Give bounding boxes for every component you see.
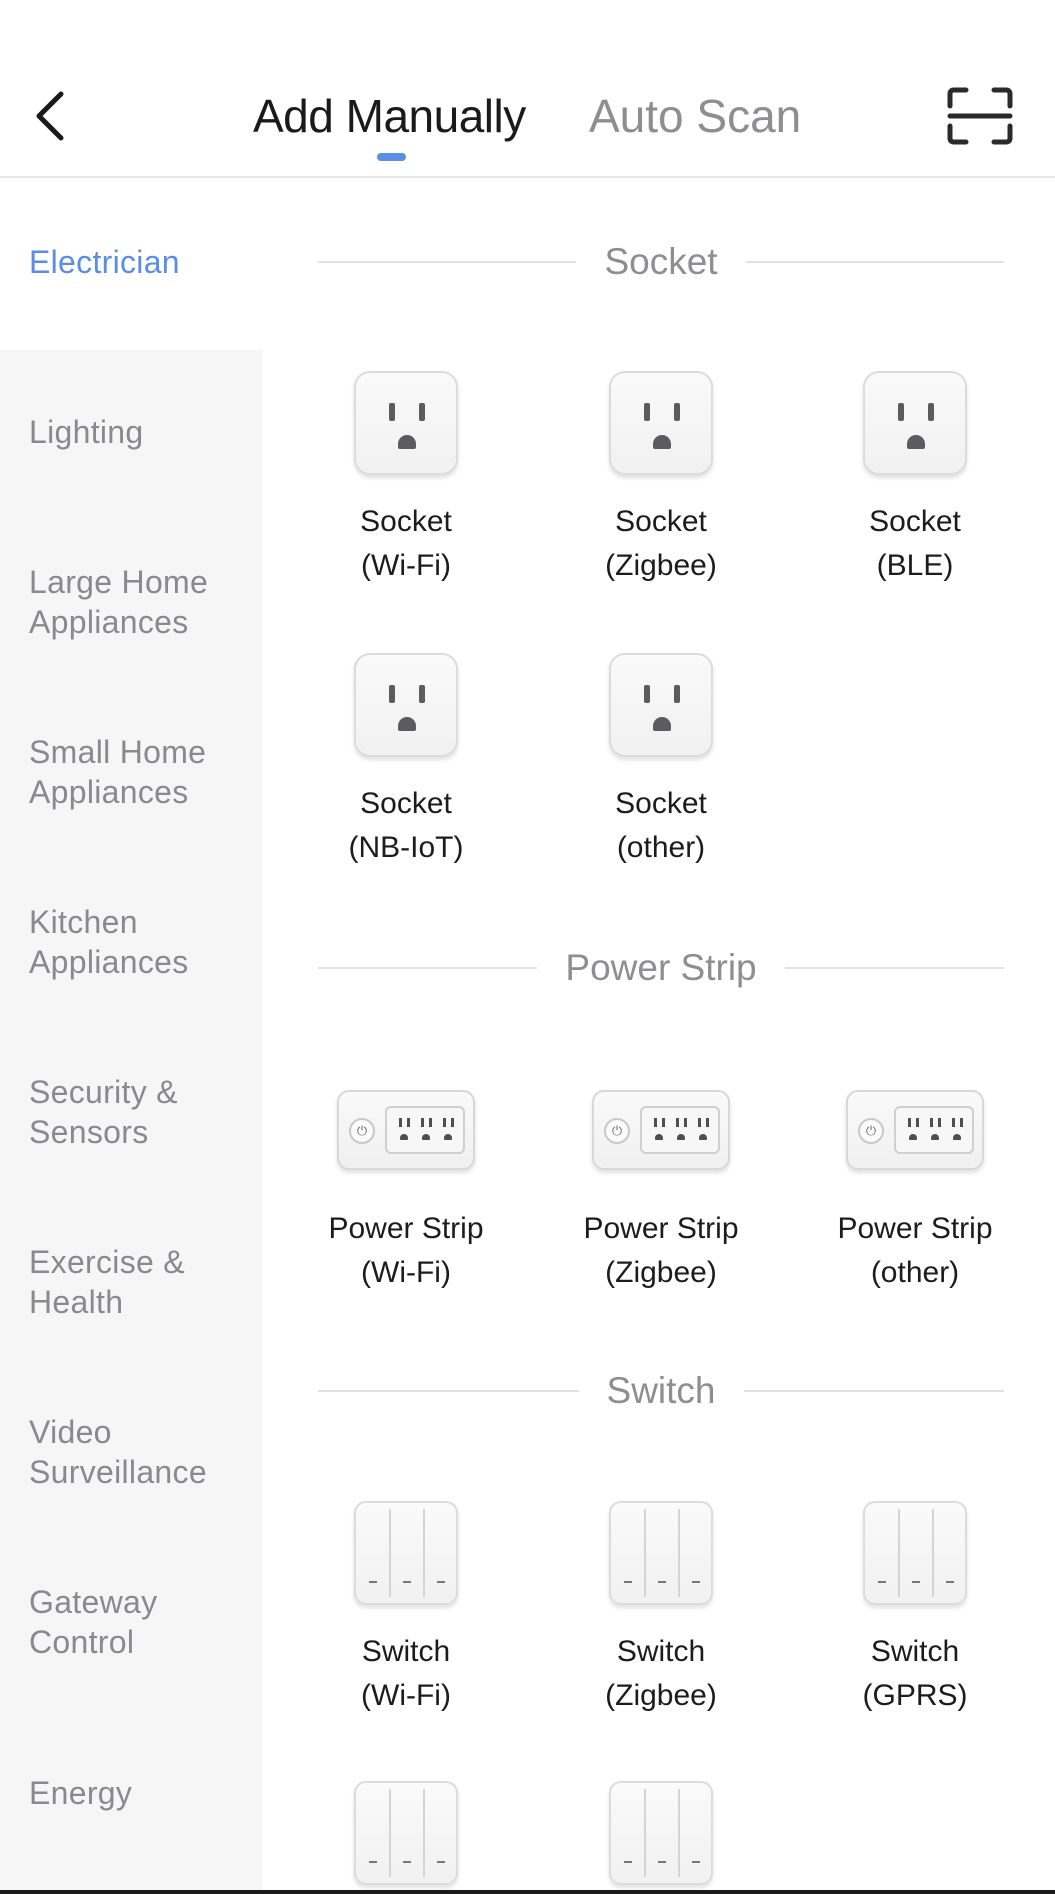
device-power-strip-other[interactable]: ⏻ Power Strip (other) [800,1075,1030,1295]
device-protocol: (NB-IoT) [348,831,464,864]
sidebar-item-security-sensors[interactable]: Security & Sensors [29,1072,259,1152]
section-title: Switch [606,1370,716,1411]
device-socket-nb-iot[interactable]: Socket (NB-IoT) [291,650,521,870]
device-protocol: (Zigbee) [605,1256,717,1289]
section-header-power-strip: Power Strip [318,943,1005,993]
device-protocol: (GPRS) [862,1679,968,1712]
section-title: Power Strip [565,947,757,988]
device-label: Socket [360,505,452,538]
device-protocol: (Wi-Fi) [361,1256,451,1289]
device-label: Switch [870,1635,960,1668]
top-header: Add Manually Auto Scan [0,0,1055,178]
device-socket-zigbee[interactable]: Socket (Zigbee) [546,368,776,588]
sidebar-item-small-home-appliances[interactable]: Small Home Appliances [29,732,259,812]
device-switch-partial[interactable] [291,1778,521,1888]
device-socket-ble[interactable]: Socket (BLE) [800,368,1030,588]
device-protocol: (Wi-Fi) [361,549,451,582]
device-protocol: (BLE) [876,549,954,582]
device-label: Switch [616,1635,706,1668]
device-power-strip-zigbee[interactable]: ⏻ Power Strip (Zigbee) [546,1075,776,1295]
device-protocol: (Zigbee) [605,1679,717,1712]
divider [318,261,577,263]
socket-icon [863,371,967,475]
section-header-switch: Switch [318,1366,1005,1416]
device-label: Socket [615,505,707,538]
divider [318,1390,579,1392]
tab-auto-scan[interactable]: Auto Scan [589,86,801,146]
device-label: Power Strip [328,1212,484,1245]
device-switch-partial[interactable] [546,1778,776,1888]
sidebar-item-large-home-appliances[interactable]: Large Home Appliances [29,562,259,642]
switch-icon [354,1501,458,1605]
device-label: Socket [869,505,961,538]
device-socket-wifi[interactable]: Socket (Wi-Fi) [291,368,521,588]
sidebar-item-gateway-control[interactable]: Gateway Control [29,1582,259,1662]
device-label: Power Strip [583,1212,739,1245]
sidebar-item-electrician[interactable]: Electrician [29,242,259,282]
category-sidebar: Electrician Lighting Large Home Applianc… [0,180,262,1894]
back-button[interactable] [22,84,78,148]
divider [784,967,1005,969]
device-power-strip-wifi[interactable]: ⏻ Power Strip (Wi-Fi) [291,1075,521,1295]
socket-icon [609,371,713,475]
scan-frame-icon [947,87,1013,145]
active-tab-indicator [377,153,406,161]
device-label: Power Strip [837,1212,993,1245]
tab-add-manually[interactable]: Add Manually [253,86,526,146]
chevron-left-icon [36,91,64,141]
sidebar-item-kitchen-appliances[interactable]: Kitchen Appliances [29,902,259,982]
device-switch-gprs[interactable]: Switch (GPRS) [800,1498,1030,1718]
socket-icon [354,653,458,757]
device-socket-other[interactable]: Socket (other) [546,650,776,870]
socket-icon [354,371,458,475]
device-protocol: (other) [616,831,706,864]
switch-icon [354,1781,458,1885]
socket-icon [609,653,713,757]
section-header-socket: Socket [318,237,1004,287]
scan-button[interactable] [946,86,1014,146]
device-switch-wifi[interactable]: Switch (Wi-Fi) [291,1498,521,1718]
device-label: Switch [361,1635,451,1668]
divider [743,1390,1005,1392]
device-protocol: (other) [870,1256,960,1289]
divider [745,261,1004,263]
device-switch-zigbee[interactable]: Switch (Zigbee) [546,1498,776,1718]
switch-icon [609,1501,713,1605]
power-strip-icon: ⏻ [337,1090,475,1170]
power-strip-icon: ⏻ [592,1090,730,1170]
divider [318,967,538,969]
switch-icon [863,1501,967,1605]
power-strip-icon: ⏻ [846,1090,984,1170]
device-label: Socket [615,787,707,820]
section-title: Socket [604,241,718,282]
bottom-edge-bar [0,1890,1055,1894]
device-protocol: (Wi-Fi) [361,1679,451,1712]
switch-icon [609,1781,713,1885]
device-label: Socket [360,787,452,820]
sidebar-item-exercise-health[interactable]: Exercise & Health [29,1242,259,1322]
sidebar-item-video-surveillance[interactable]: Video Surveillance [29,1412,259,1492]
sidebar-item-energy[interactable]: Energy [29,1773,259,1813]
sidebar-item-lighting[interactable]: Lighting [29,412,259,452]
device-protocol: (Zigbee) [605,549,717,582]
